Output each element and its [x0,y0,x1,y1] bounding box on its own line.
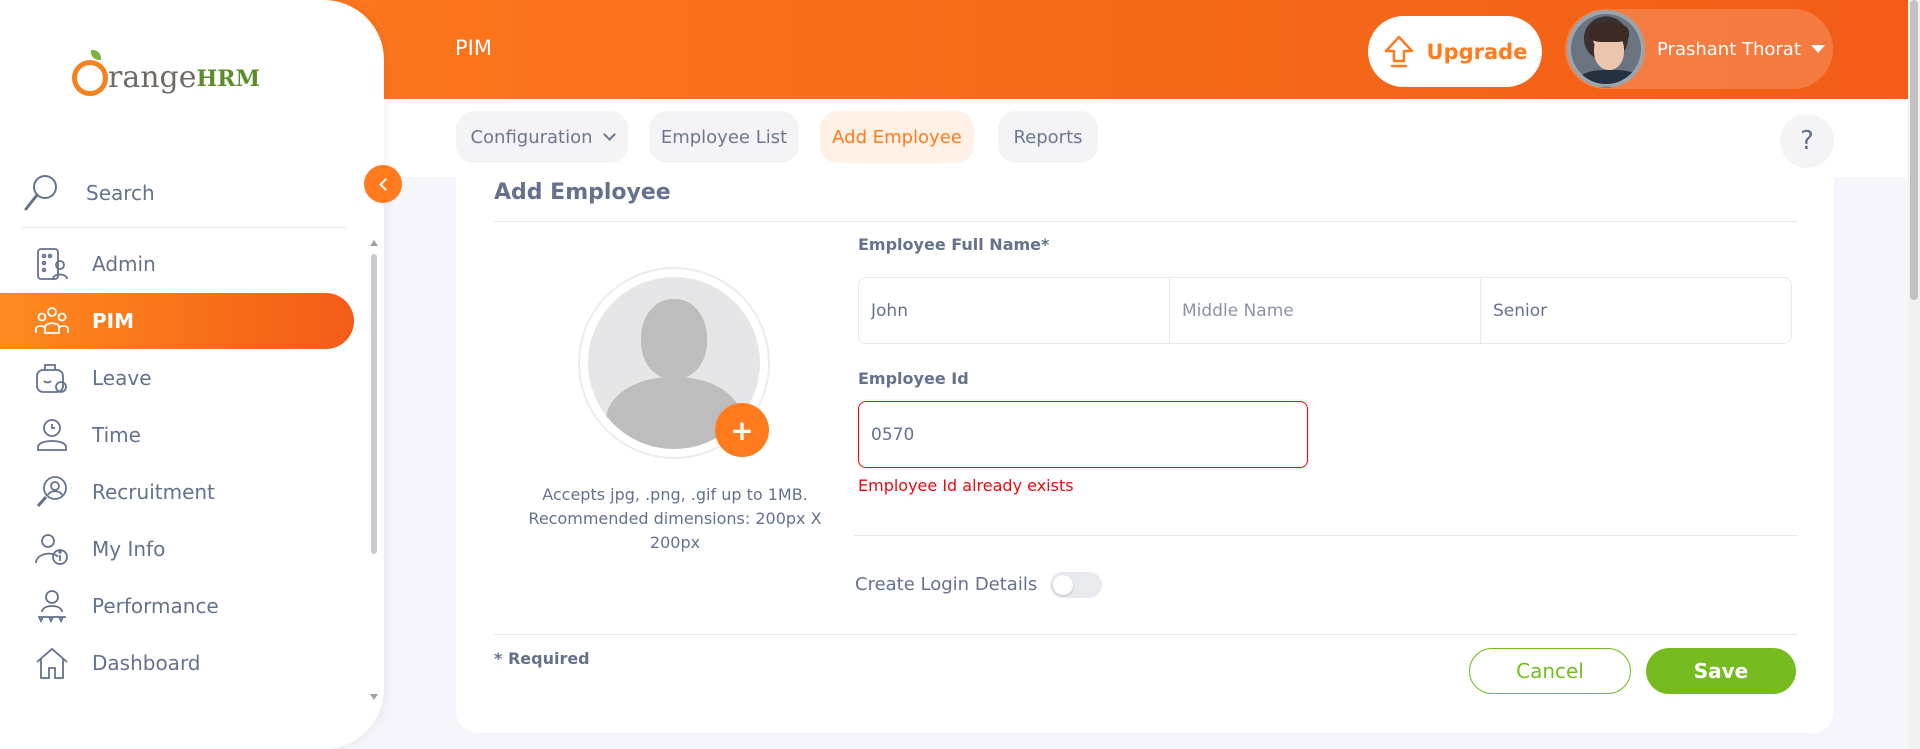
divider [494,221,1798,222]
middle-name-input[interactable] [1170,278,1481,343]
tab-employee-list-label: Employee List [660,126,788,148]
page-scrollbar[interactable] [1908,0,1920,749]
search-icon [24,174,57,210]
sidebar-scrollbar[interactable] [370,240,378,700]
orangehrm-logo[interactable]: range HRM [72,44,260,96]
divider [494,634,1798,635]
sidebar-item-label: My Info [92,537,166,561]
sidebar: range HRM Search Admin PIM Leave Time Re… [0,0,384,749]
time-icon [37,419,67,451]
create-login-toggle[interactable] [1050,572,1102,598]
sub-navigation: Configuration Employee List Add Employee… [384,99,1908,177]
sidebar-item-recruitment[interactable]: Recruitment [0,464,354,520]
sidebar-item-time[interactable]: Time [0,407,354,463]
create-login-label: Create Login Details [855,574,1038,595]
chevron-left-icon [378,177,392,191]
sidebar-item-label: PIM [92,309,135,333]
sidebar-item-my-info[interactable]: My Info [0,521,354,577]
tab-configuration[interactable]: Configuration [456,111,628,163]
page-title: Add Employee [494,180,671,205]
my-info-icon [35,534,68,565]
dashboard-icon [36,647,68,679]
employee-id-error: Employee Id already exists [858,476,1074,495]
required-note: * Required [494,649,590,668]
photo-hint: Accepts jpg, .png, .gif up to 1MB. Recom… [528,485,822,552]
sidebar-item-performance[interactable]: Performance [0,578,354,634]
sidebar-item-admin[interactable]: Admin [0,236,354,292]
sidebar-item-pim[interactable]: PIM [0,293,354,349]
tab-add-employee[interactable]: Add Employee [820,111,974,163]
user-dropdown[interactable]: Prashant Thorat [1565,9,1833,89]
tab-add-employee-label: Add Employee [832,126,962,148]
cancel-button[interactable]: Cancel [1469,648,1631,694]
pim-icon [35,307,69,334]
upgrade-button[interactable]: Upgrade [1368,16,1542,87]
page-scrollbar-thumb[interactable] [1910,0,1918,300]
user-name: Prashant Thorat [1657,38,1801,60]
search-label: Search [86,180,155,205]
tab-reports[interactable]: Reports [998,111,1098,163]
upgrade-label: Upgrade [1426,39,1528,64]
module-title: PIM [455,36,492,60]
chevron-down-icon [602,128,616,141]
sidebar-item-dashboard[interactable]: Dashboard [0,635,354,691]
sidebar-item-label: Recruitment [92,480,215,504]
sidebar-item-label: Admin [92,252,156,276]
sidebar-search[interactable]: Search [22,158,346,228]
logo-mark [72,50,108,96]
add-photo-button[interactable]: + [715,403,769,457]
sidebar-item-label: Performance [92,594,219,618]
full-name-label: Employee Full Name* [858,235,1050,254]
first-name-input[interactable] [859,278,1170,343]
caret-down-icon [1810,45,1825,53]
sidebar-item-label: Leave [92,366,152,390]
upgrade-arrow-icon [1384,35,1413,67]
divider [854,535,1798,536]
logo-text: range [108,60,197,95]
sidebar-item-label: Dashboard [92,651,201,675]
collapse-sidebar-button[interactable] [364,165,402,203]
sidebar-item-leave[interactable]: Leave [0,350,354,406]
sidebar-item-label: Time [92,423,141,447]
logo-hrm-text: HRM [196,66,260,92]
tab-employee-list[interactable]: Employee List [649,111,799,163]
last-name-input[interactable] [1481,278,1791,343]
leave-icon [36,364,67,393]
tab-reports-label: Reports [1013,126,1083,148]
save-button[interactable]: Save [1646,648,1796,694]
full-name-group [858,277,1792,344]
recruitment-icon [36,476,67,507]
sidebar-scrollbar-thumb[interactable] [371,254,377,554]
performance-icon [38,590,66,624]
tab-configuration-label: Configuration [470,126,593,148]
avatar [1567,10,1645,88]
employee-id-input[interactable] [858,401,1308,468]
add-employee-card: Add Employee + Accepts jpg, .png, .gif u… [456,177,1834,733]
employee-id-label: Employee Id [858,369,969,388]
admin-icon [37,248,68,280]
help-button[interactable]: ? [1780,114,1834,168]
